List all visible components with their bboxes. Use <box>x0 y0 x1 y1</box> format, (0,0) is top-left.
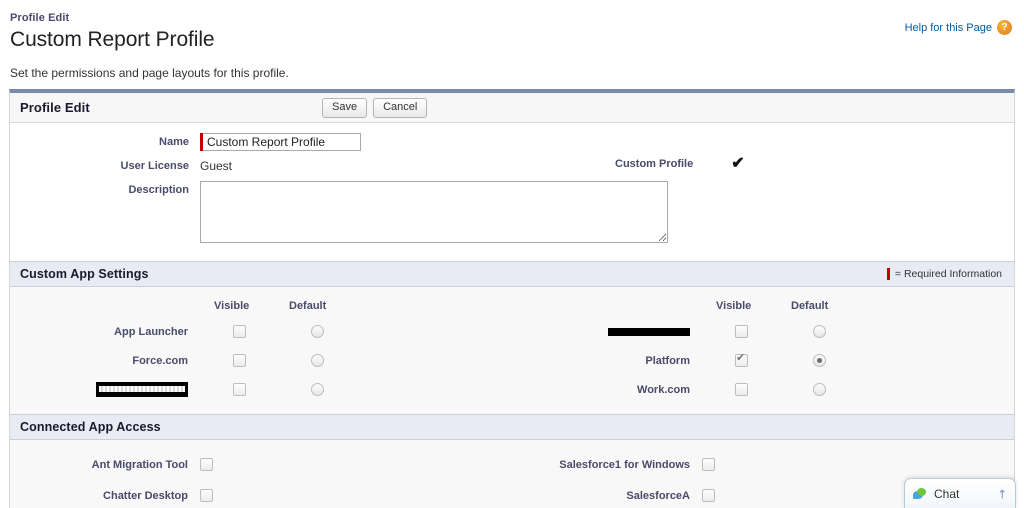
name-row: Name <box>10 133 1014 151</box>
app-entry <box>10 382 512 397</box>
app-settings-row: Work.com <box>10 375 1014 404</box>
description-textarea[interactable] <box>200 181 668 243</box>
app-label: App Launcher <box>114 325 188 338</box>
app-settings-row: App Launcher <box>10 317 1014 346</box>
column-header-default-right: Default <box>791 300 829 312</box>
help-for-this-page: Help for this Page ? <box>905 20 1012 35</box>
app-entry: Work.com <box>512 383 1014 396</box>
app-entry <box>512 325 1014 339</box>
app-settings-row: Force.com Platform <box>10 346 1014 375</box>
page-title: Custom Report Profile <box>10 28 215 51</box>
app-label: Platform <box>645 354 690 367</box>
visible-checkbox[interactable] <box>233 383 246 396</box>
description-input-wrap <box>200 181 668 243</box>
profile-edit-panel: Profile Edit Save Cancel Name User Licen… <box>9 89 1015 508</box>
description-label: Description <box>128 184 189 196</box>
app-entry: App Launcher <box>10 325 512 338</box>
custom-app-settings-body: Visible Default Visible Default App Laun… <box>10 287 1014 414</box>
default-radio[interactable] <box>311 383 324 396</box>
app-entry: Platform <box>512 352 1014 367</box>
custom-app-settings-title: Custom App Settings <box>20 267 149 281</box>
app-label: Force.com <box>132 354 188 367</box>
redaction-bar <box>608 325 690 339</box>
connected-app-label: SalesforceA <box>626 489 690 502</box>
connected-app-checkbox[interactable] <box>200 458 213 471</box>
check-icon: ✔ <box>731 155 745 172</box>
description-row: Description <box>10 181 1014 243</box>
chat-widget[interactable]: Chat ↗ <box>904 478 1016 508</box>
help-link[interactable]: Help for this Page <box>905 22 992 34</box>
visible-checkbox[interactable] <box>233 325 246 338</box>
connected-app-access-body: Ant Migration Tool Salesforce1 for Windo… <box>10 440 1014 508</box>
app-settings-column-headers: Visible Default Visible Default <box>10 295 1014 317</box>
connected-app-row: Ant Migration Tool Salesforce1 for Windo… <box>10 449 1014 480</box>
app-label-redacted <box>512 325 702 339</box>
visible-checkbox[interactable] <box>233 354 246 367</box>
required-information-legend: = Required Information <box>886 268 1002 280</box>
default-radio[interactable] <box>311 354 324 367</box>
default-radio[interactable] <box>813 325 826 338</box>
left-column-headers: Visible Default <box>10 300 512 312</box>
name-input-wrap <box>200 133 361 151</box>
column-header-default-left: Default <box>289 300 327 312</box>
connected-app-access-header: Connected App Access <box>10 414 1014 440</box>
connected-app-entry: Chatter Desktop <box>10 489 512 502</box>
connected-app-checkbox[interactable] <box>702 489 715 502</box>
connected-app-label: Salesforce1 for Windows <box>559 458 690 471</box>
app-label: Work.com <box>637 383 690 396</box>
page-description: Set the permissions and page layouts for… <box>10 66 289 80</box>
panel-titlebar: Profile Edit Save Cancel <box>10 93 1014 123</box>
chat-bubble-icon <box>913 487 927 500</box>
redaction-bar <box>96 382 188 397</box>
breadcrumb: Profile Edit <box>10 12 70 24</box>
panel-action-buttons: Save Cancel <box>322 98 428 118</box>
connected-app-access-title: Connected App Access <box>20 420 161 434</box>
right-column-headers: Visible Default <box>512 300 1014 312</box>
required-marker-icon <box>886 268 890 280</box>
cancel-button[interactable]: Cancel <box>373 98 428 118</box>
default-radio[interactable] <box>311 325 324 338</box>
name-input[interactable] <box>203 133 361 151</box>
connected-app-checkbox[interactable] <box>702 458 715 471</box>
user-license-value: Guest <box>200 159 233 173</box>
visible-checkbox[interactable] <box>735 383 748 396</box>
custom-profile-group: Custom Profile ✔ <box>615 155 745 172</box>
connected-app-label: Chatter Desktop <box>103 489 188 502</box>
column-header-visible-right: Visible <box>716 300 752 312</box>
default-radio[interactable] <box>813 354 826 367</box>
connected-app-entry: Ant Migration Tool <box>10 458 512 471</box>
visible-checkbox[interactable] <box>735 325 748 338</box>
user-license-label: User License <box>120 160 189 172</box>
default-radio[interactable] <box>813 383 826 396</box>
app-label-redacted <box>10 382 200 397</box>
custom-app-settings-header: Custom App Settings = Required Informati… <box>10 261 1014 287</box>
profile-form: Name User License Guest Custom Profile ✔… <box>10 123 1014 261</box>
question-mark-icon[interactable]: ? <box>997 20 1012 35</box>
connected-app-row: Chatter Desktop SalesforceA <box>10 480 1014 508</box>
profile-edit-page: Profile Edit Custom Report Profile Set t… <box>0 0 1024 508</box>
required-legend-text: = Required Information <box>894 268 1002 280</box>
visible-checkbox[interactable] <box>735 352 748 367</box>
redacted-label-text <box>608 325 690 339</box>
chat-label: Chat <box>934 486 960 501</box>
connected-app-checkbox[interactable] <box>200 489 213 502</box>
column-header-visible-left: Visible <box>214 300 250 312</box>
custom-profile-label: Custom Profile <box>615 158 694 170</box>
connected-app-entry: Salesforce1 for Windows <box>512 458 1014 471</box>
save-button[interactable]: Save <box>322 98 368 118</box>
user-license-row: User License Guest Custom Profile ✔ <box>10 155 1014 175</box>
name-label: Name <box>159 136 189 148</box>
panel-title: Profile Edit <box>20 100 90 115</box>
app-entry: Force.com <box>10 354 512 367</box>
connected-app-label: Ant Migration Tool <box>91 458 188 471</box>
page-header: Profile Edit Custom Report Profile Set t… <box>0 0 1024 81</box>
